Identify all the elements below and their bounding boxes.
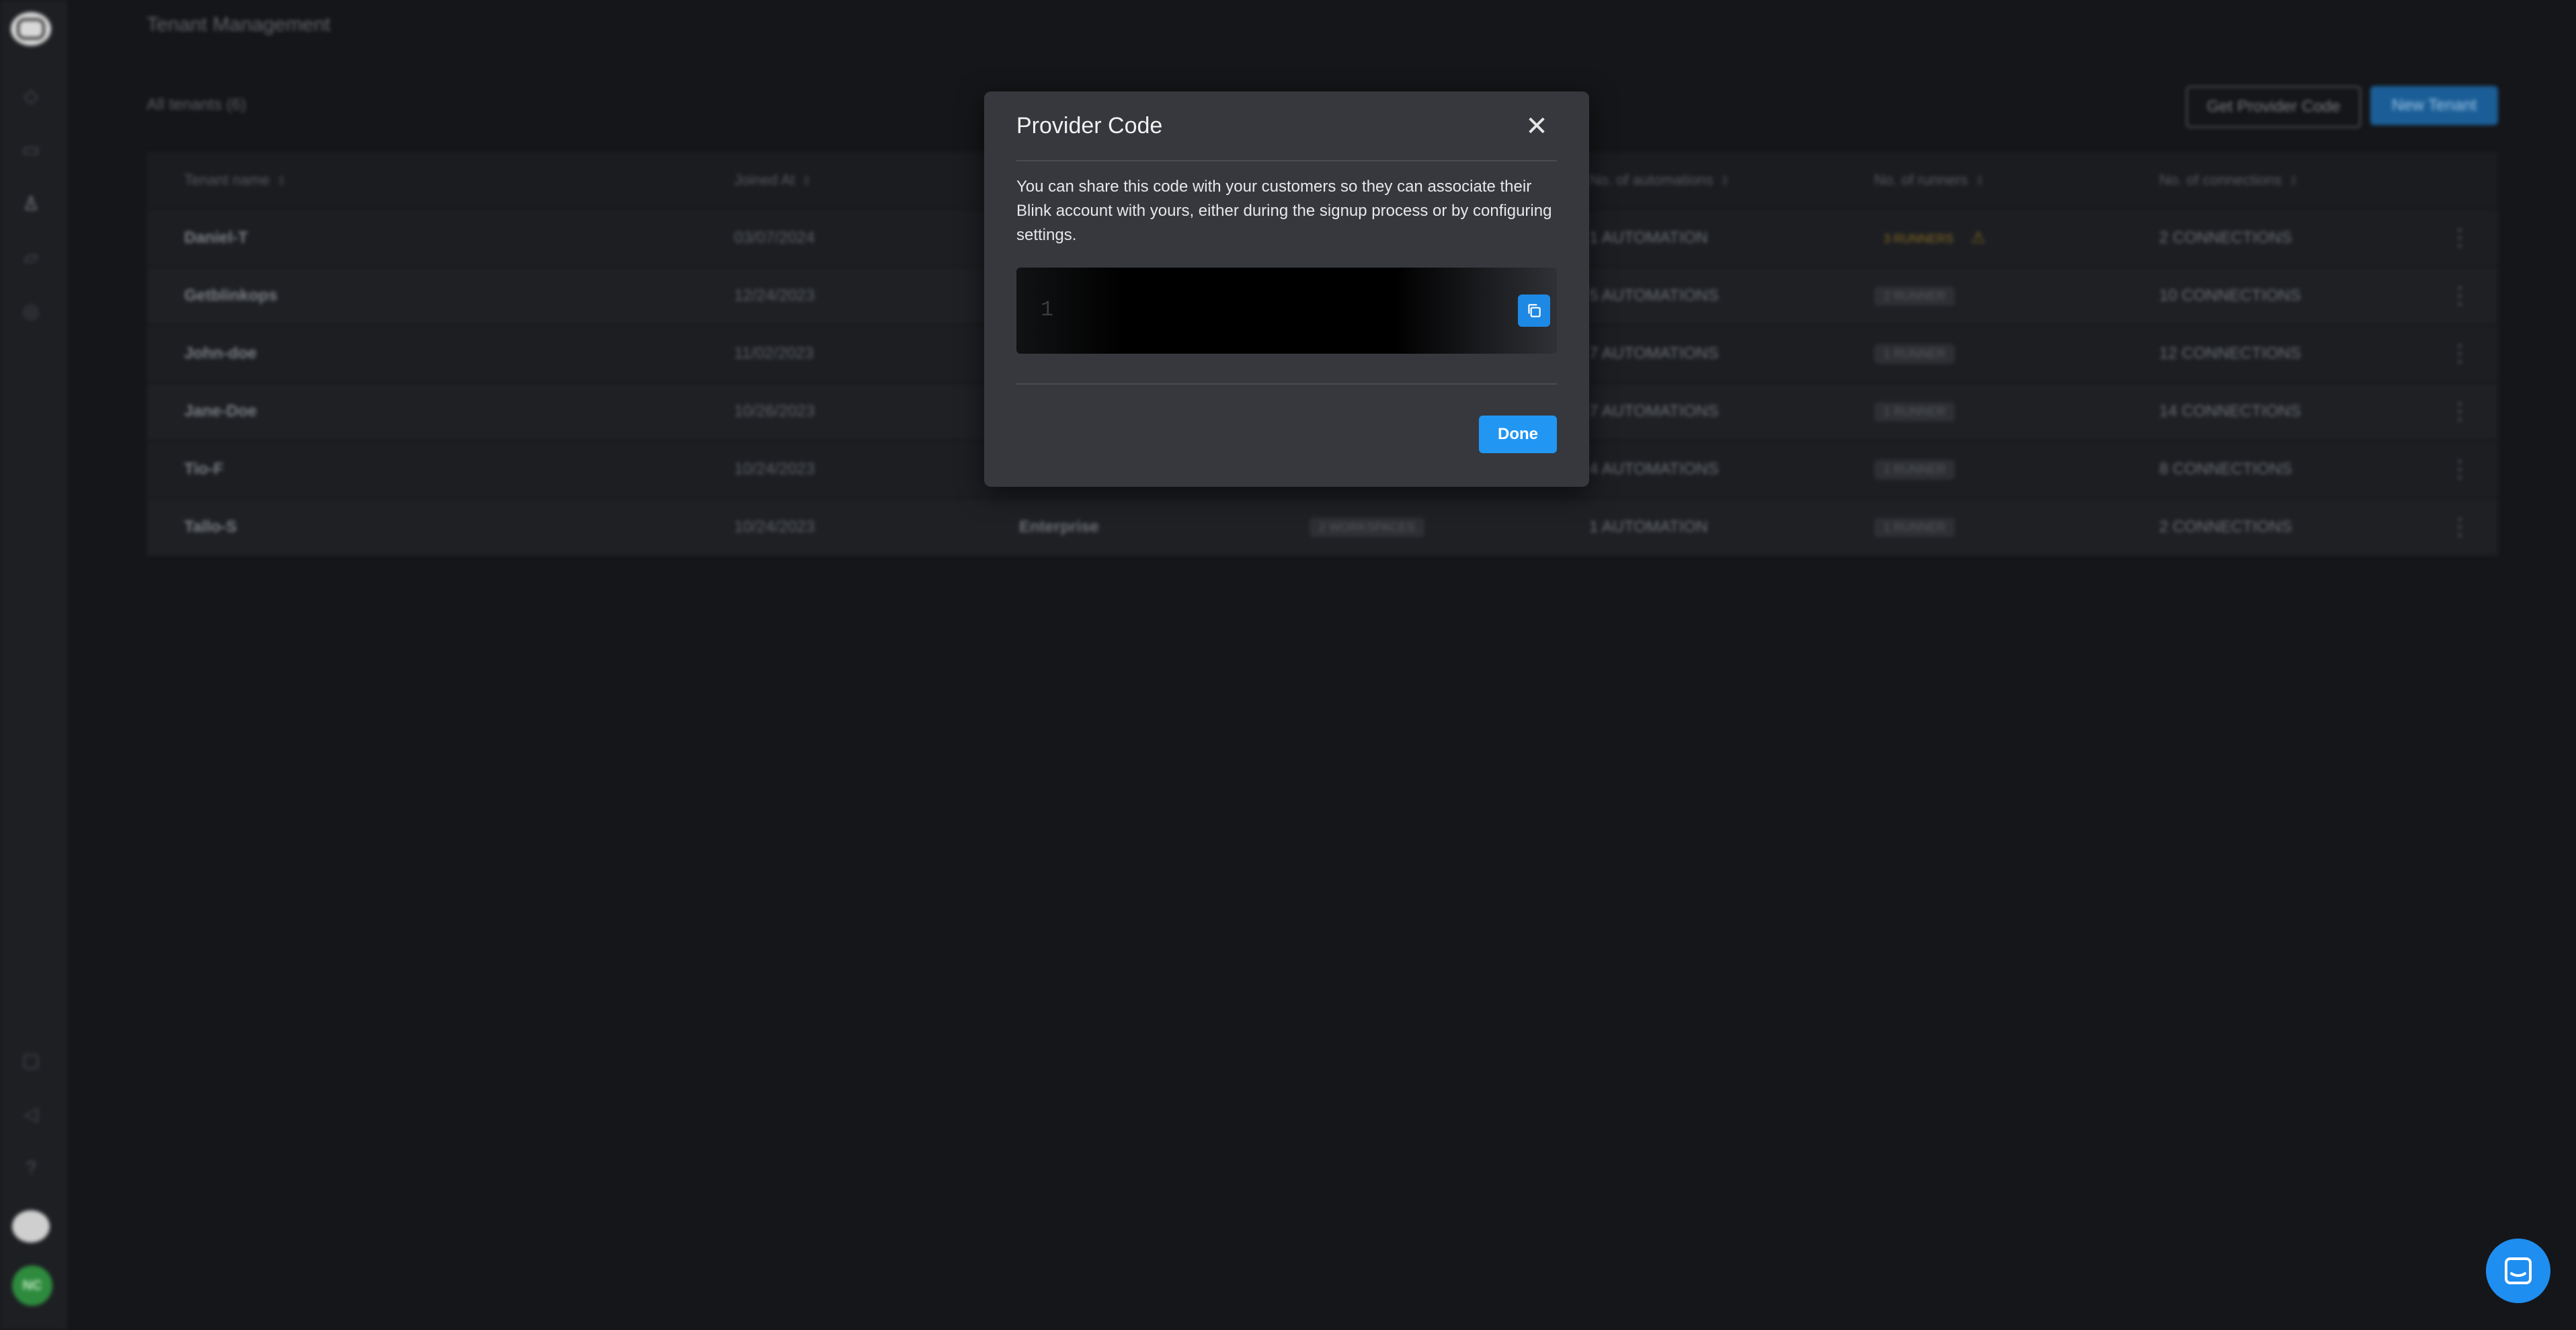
announcements-icon[interactable]: ◁ <box>19 1103 42 1126</box>
tenant-name[interactable]: Daniel-T <box>184 229 248 247</box>
automations-count: 1 AUTOMATION <box>1589 229 1708 247</box>
settings-icon[interactable]: ◎ <box>19 300 42 323</box>
sidebar: ◇ ▭ ♙ ▱ ◎ ▢ ◁ ? NC <box>0 0 67 1330</box>
joined-date: 12/24/2023 <box>734 286 815 305</box>
provider-code-modal: Provider Code ✕ You can share this code … <box>984 91 1589 487</box>
col-joined-at[interactable]: Joined At ⇕ <box>734 171 812 189</box>
plan-label: Enterprise <box>1019 518 1099 536</box>
home-icon[interactable]: ◇ <box>19 85 42 108</box>
tenant-name[interactable]: Jane-Doe <box>184 402 257 421</box>
row-menu-icon[interactable]: ⋮ <box>2448 282 2471 309</box>
automations-count: 4 AUTOMATIONS <box>1589 460 1719 478</box>
get-provider-code-button[interactable]: Get Provider Code <box>2186 86 2361 128</box>
runners-badge: 1 RUNNER <box>1874 401 1956 422</box>
new-tenant-button[interactable]: New Tenant <box>2370 86 2498 125</box>
joined-date: 10/24/2023 <box>734 518 815 536</box>
workspaces-badge: 2 WORKSPACES <box>1310 517 1424 537</box>
page-title: Tenant Management <box>147 13 331 36</box>
row-menu-icon[interactable]: ⋮ <box>2448 514 2471 541</box>
joined-date: 11/02/2023 <box>734 344 814 362</box>
chat-icon <box>2505 1257 2532 1284</box>
tenant-name[interactable]: John-doe <box>184 344 257 363</box>
docs-icon[interactable]: ▢ <box>19 1049 42 1072</box>
joined-date: 03/07/2024 <box>734 229 815 247</box>
row-menu-icon[interactable]: ⋮ <box>2448 398 2471 425</box>
avatar[interactable]: NC <box>12 1265 52 1306</box>
modal-divider-top <box>1016 160 1557 161</box>
tenant-count: All tenants (6) <box>147 95 247 114</box>
col-connections[interactable]: No. of connections ⇕ <box>2159 171 2298 189</box>
modal-title: Provider Code <box>1016 113 1163 139</box>
automations-count: 5 AUTOMATIONS <box>1589 286 1719 305</box>
col-automations[interactable]: No. of automations ⇕ <box>1589 171 1730 189</box>
dashboard-icon[interactable]: ▭ <box>19 139 42 161</box>
automations-count: 7 AUTOMATIONS <box>1589 402 1719 420</box>
connections-count: 2 CONNECTIONS <box>2159 518 2292 536</box>
row-menu-icon[interactable]: ⋮ <box>2448 456 2471 483</box>
connections-count: 10 CONNECTIONS <box>2159 286 2301 305</box>
connections-count: 8 CONNECTIONS <box>2159 460 2292 478</box>
copy-icon <box>1528 304 1541 317</box>
table-row[interactable]: Tallo-S 10/24/2023 Enterprise 2 WORKSPACES 1… <box>147 498 2498 555</box>
runners-badge: 1 RUNNER <box>1874 517 1956 537</box>
runners-badge: 1 RUNNER <box>1874 459 1956 479</box>
provider-code-box: 1 <box>1016 268 1557 354</box>
warning-icon: ⚠ <box>1971 228 1986 247</box>
connections-count: 14 CONNECTIONS <box>2159 402 2301 420</box>
modal-description: You can share this code with your custom… <box>1016 178 1552 244</box>
help-icon[interactable]: ? <box>19 1157 42 1179</box>
messages-icon[interactable]: ▱ <box>19 246 42 269</box>
runners-badge: 3 RUNNERS ⚠ <box>1884 228 1986 247</box>
automations-count: 7 AUTOMATIONS <box>1589 344 1719 362</box>
col-tenant-name[interactable]: Tenant name ⇕ <box>184 171 286 189</box>
row-menu-icon[interactable]: ⋮ <box>2448 225 2471 251</box>
connections-count: 2 CONNECTIONS <box>2159 229 2292 247</box>
chat-launcher-button[interactable] <box>2486 1239 2550 1303</box>
brand-logo[interactable] <box>11 12 51 46</box>
copy-button[interactable] <box>1518 295 1550 327</box>
workspace-logo[interactable] <box>12 1210 50 1243</box>
row-menu-icon[interactable]: ⋮ <box>2448 340 2471 367</box>
users-icon[interactable]: ♙ <box>19 192 42 215</box>
provider-code-value: 1 <box>1041 297 1054 322</box>
close-icon[interactable]: ✕ <box>1522 112 1552 141</box>
joined-date: 10/24/2023 <box>734 460 815 478</box>
col-runners[interactable]: No. of runners ⇕ <box>1874 171 1985 189</box>
runners-badge: 1 RUNNER <box>1874 344 1956 364</box>
tenant-name[interactable]: Getblinkops <box>184 286 278 305</box>
tenant-name[interactable]: Tio-F <box>184 460 223 479</box>
tenant-name[interactable]: Tallo-S <box>184 518 237 537</box>
automations-count: 1 AUTOMATION <box>1589 518 1708 536</box>
runners-badge: 2 RUNNER <box>1874 286 1956 306</box>
connections-count: 12 CONNECTIONS <box>2159 344 2301 362</box>
done-button[interactable]: Done <box>1479 416 1557 453</box>
joined-date: 10/26/2023 <box>734 402 815 420</box>
modal-divider-bottom <box>1016 383 1557 385</box>
